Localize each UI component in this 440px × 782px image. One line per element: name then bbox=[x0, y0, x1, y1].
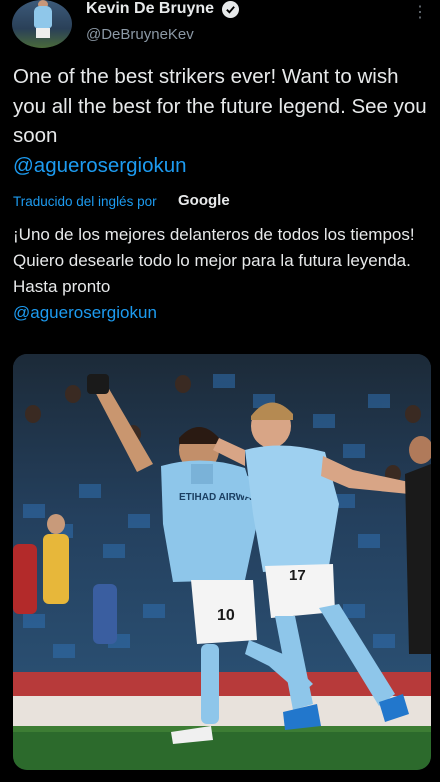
translated-text: ¡Uno de los mejores delanteros de todos … bbox=[13, 222, 433, 326]
tweet-photo[interactable]: ETIHAD AIRWAYS 10 17 bbox=[13, 354, 431, 770]
translated-mention-link[interactable]: @aguerosergiokun bbox=[13, 303, 157, 322]
tweet-mention-link[interactable]: @aguerosergiokun bbox=[13, 154, 187, 177]
tweet-text: One of the best strikers ever! Want to w… bbox=[13, 62, 433, 180]
jersey-number-10: 10 bbox=[217, 607, 235, 624]
author-display-name[interactable]: Kevin De Bruyne bbox=[86, 0, 214, 18]
author-handle[interactable]: @DeBruyneKev bbox=[86, 26, 194, 44]
tweet-header: Kevin De Bruyne @DeBruyneKev ⋮ bbox=[0, 0, 440, 56]
translated-by-label[interactable]: Traducido del inglés por bbox=[13, 193, 157, 211]
translated-body: ¡Uno de los mejores delanteros de todos … bbox=[13, 225, 415, 296]
more-vertical-icon[interactable]: ⋮ bbox=[412, 4, 428, 22]
jersey-number-17: 17 bbox=[289, 567, 306, 584]
avatar[interactable] bbox=[12, 0, 72, 48]
google-logo: Google bbox=[178, 192, 230, 209]
tweet-body: One of the best strikers ever! Want to w… bbox=[13, 65, 427, 147]
verified-badge-icon bbox=[222, 1, 239, 18]
